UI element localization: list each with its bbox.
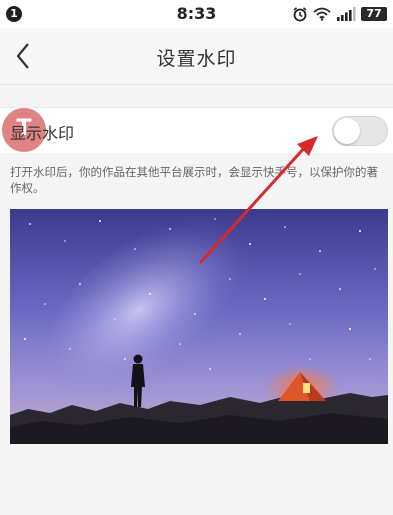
battery-level: 77 bbox=[361, 7, 387, 21]
alarm-icon bbox=[293, 7, 307, 22]
show-watermark-label: 显示水印 bbox=[10, 124, 75, 143]
wifi-icon bbox=[313, 7, 331, 21]
night-sky-photo bbox=[10, 209, 388, 444]
status-icons: 77 bbox=[292, 5, 387, 23]
status-bar: 1 8:33 77 bbox=[0, 0, 393, 28]
toggle-knob bbox=[334, 118, 360, 144]
watermark-description: 打开水印后，你的作品在其他平台展示时，会显示快手号，以保护你的著作权。 bbox=[10, 165, 378, 195]
watermark-setting-row: T 显示水印 bbox=[0, 107, 393, 155]
show-watermark-toggle[interactable] bbox=[332, 116, 388, 146]
header: 设置水印 bbox=[0, 28, 393, 85]
signal-icon bbox=[337, 7, 356, 21]
page-title: 设置水印 bbox=[156, 48, 237, 70]
watermark-preview-image bbox=[10, 209, 388, 444]
